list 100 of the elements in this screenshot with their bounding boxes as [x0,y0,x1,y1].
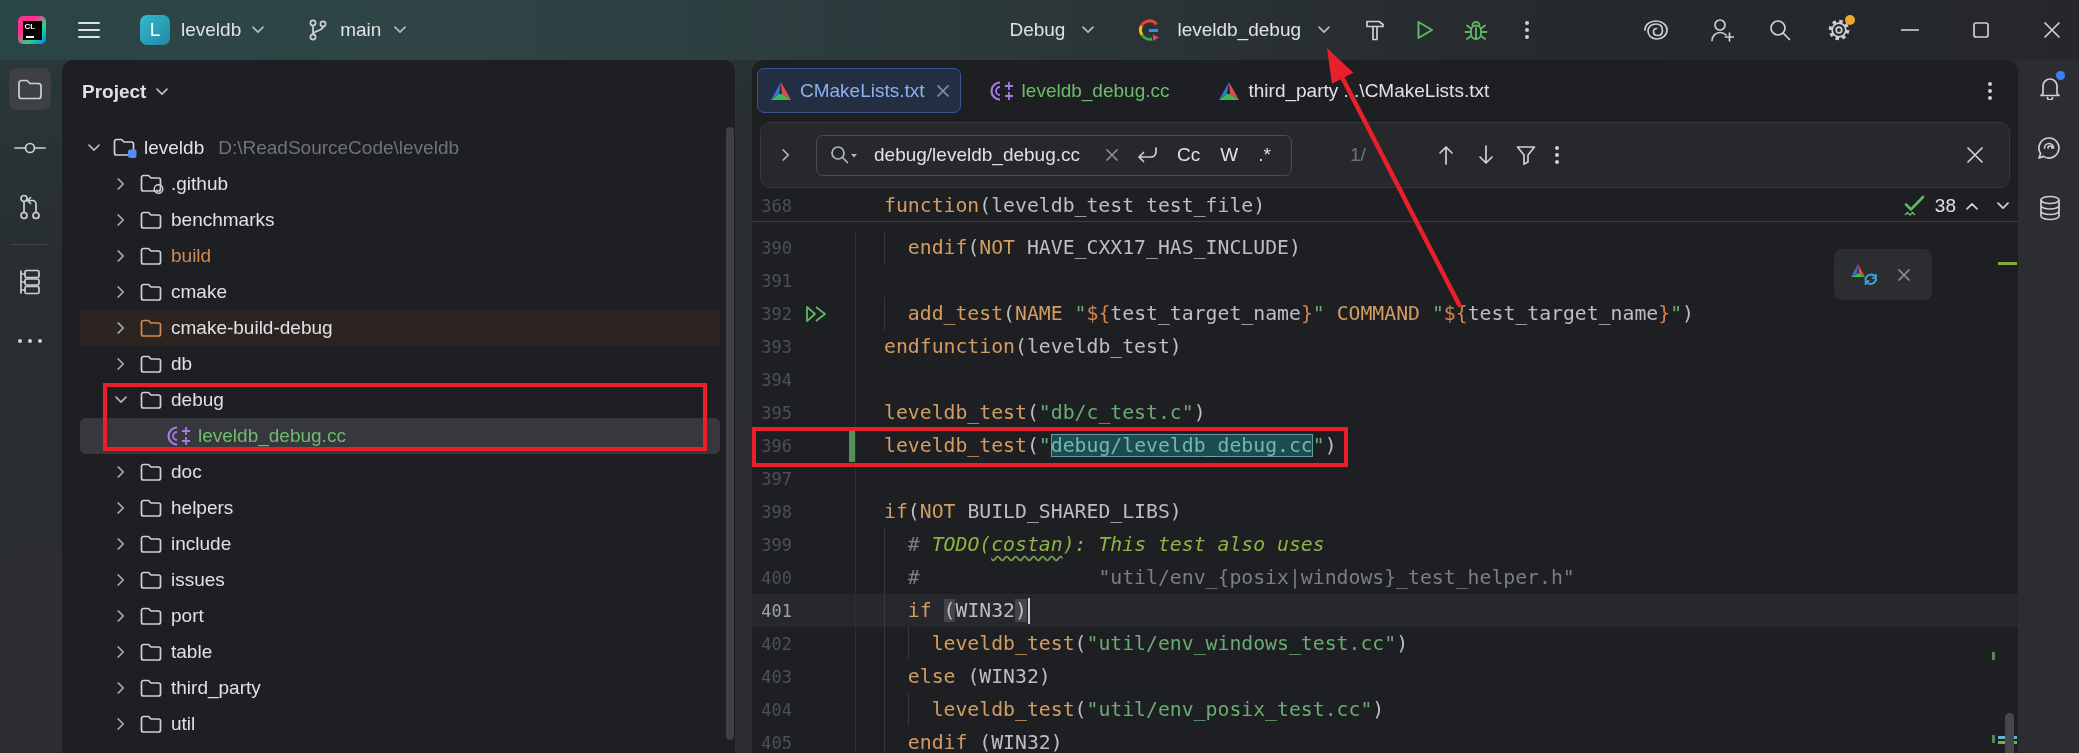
editor-tab[interactable]: CMakeLists.txt [757,68,961,113]
pull-request-icon [19,194,41,220]
filter-icon[interactable] [1515,145,1536,165]
branch-icon [309,19,328,41]
open-project-switcher[interactable]: L leveldb [130,10,275,50]
editor-tab[interactable]: leveldb_debug.cc [976,68,1190,113]
chevron-right-icon[interactable] [117,250,125,262]
tree-item[interactable]: db [80,346,720,382]
tree-item[interactable]: include [80,526,720,562]
search-option-button[interactable]: W [1217,142,1242,168]
search-icon[interactable] [1769,19,1792,41]
maximize-icon[interactable] [1973,22,1990,38]
run-gutter-icon[interactable] [805,304,827,323]
code-line: endfunction(leveldb_test) [884,335,1182,358]
chevron-down-icon [156,88,169,96]
search-field[interactable]: debug/leveldb_debug.cc Cc W .* [816,134,1292,176]
tree-item[interactable]: helpers [80,490,720,526]
chevron-right-icon[interactable] [117,610,125,622]
tree-item[interactable]: cmake-build-debug [80,310,720,346]
tree-item[interactable]: build [80,238,720,274]
close-icon[interactable] [1898,268,1910,281]
chevron-right-icon[interactable] [117,502,125,514]
more-icon[interactable] [1988,81,1992,100]
search-option-button[interactable]: .* [1255,142,1274,168]
chevron-right-icon[interactable] [117,286,125,298]
folder-badge-icon [140,174,164,194]
chevron-right-icon[interactable] [117,574,125,586]
arrow-up-icon[interactable] [1437,145,1454,165]
code-line: # TODO(costan): This test also uses [907,533,1325,556]
branch-selector[interactable]: main [299,10,417,50]
scrollbar-thumb[interactable] [2005,713,2014,753]
chevron-right-icon[interactable] [117,322,125,334]
tree-item[interactable]: port [80,598,720,634]
build-type-selector[interactable]: Debug [999,10,1105,50]
spiral-icon[interactable] [1643,19,1670,41]
code-line: if (WIN32) [907,599,1027,622]
menu-icon[interactable] [78,21,100,39]
folder-icon [140,499,162,517]
arrow-down-icon[interactable] [1477,145,1494,165]
panel-title-dropdown[interactable]: Project [82,81,169,103]
tree-item[interactable]: util [80,706,720,742]
app-logo[interactable]: CL [18,16,46,44]
more-icon [18,339,42,343]
triangle-refresh-icon[interactable] [1850,262,1878,287]
clear-icon[interactable] [1106,149,1118,161]
more-icon[interactable] [1525,21,1530,39]
structure-icon [19,269,41,295]
chevron-right-icon[interactable] [117,358,125,370]
chevron-right-icon[interactable] [117,466,125,478]
settings-icon[interactable] [1827,18,1852,42]
tree-item[interactable]: table [80,634,720,670]
chevron-right-icon[interactable] [117,178,125,190]
minimize-icon[interactable] [1901,29,1920,31]
database-icon [2038,195,2061,221]
tree-item[interactable]: third_party [80,670,720,706]
chevron-right-icon[interactable] [117,682,125,694]
folder-icon [140,283,162,301]
chevron-down-icon[interactable] [88,144,100,152]
tree-item[interactable]: leveldb D:\ReadSourceCode\leveldb [80,130,720,166]
code-line: add_test(NAME "${test_target_name}" COMMAND "${test_target_name}") [907,302,1694,325]
close-icon[interactable] [936,84,949,97]
chevron-down-icon[interactable] [1997,201,2009,210]
chevron-right-icon[interactable] [117,718,125,730]
triangle-icon [770,80,792,101]
bell-icon [2038,76,2061,100]
inspections-widget[interactable]: 38 [1902,194,1956,217]
hammer-icon[interactable] [1365,19,1386,41]
chevron-right-icon[interactable] [117,646,125,658]
chevron-down-icon [394,26,407,34]
tree-item[interactable]: doc [80,454,720,490]
tree-item[interactable]: debug [80,382,720,418]
tree-item[interactable]: benchmarks [80,202,720,238]
cpp-file-icon [167,424,191,448]
run-configuration-selector[interactable]: leveldb_debug [1128,10,1341,50]
chevron-right-icon[interactable] [117,214,125,226]
scrollbar-thumb[interactable] [726,127,734,740]
close-icon[interactable] [2044,22,2061,38]
add-user-icon[interactable] [1710,18,1735,42]
scroll-marker [1992,652,1995,660]
close-icon[interactable] [1967,147,1983,163]
check-squiggle-icon [1902,194,1925,217]
search-icon [830,145,858,165]
bug-icon[interactable] [1464,19,1489,41]
project-tool-button[interactable] [9,68,51,110]
search-option-button[interactable]: Cc [1174,142,1204,168]
project-initial-badge: L [140,15,170,45]
return-arrow-icon[interactable] [1136,146,1158,164]
folder-icon [140,643,162,661]
chevron-right-icon[interactable] [117,538,125,550]
chevron-right-icon[interactable] [782,149,790,161]
play-icon[interactable] [1416,20,1435,40]
chevron-down-icon [1082,26,1095,34]
tree-item[interactable]: issues [80,562,720,598]
code-line: leveldb_test("db/c_test.c") [884,401,1206,424]
tree-item[interactable]: cmake [80,274,720,310]
chevron-up-icon[interactable] [1966,201,1978,210]
scroll-marker [1992,735,1995,743]
tree-item[interactable]: .github [80,166,720,202]
chevron-down-icon[interactable] [115,396,127,404]
more-icon[interactable] [1554,146,1559,164]
